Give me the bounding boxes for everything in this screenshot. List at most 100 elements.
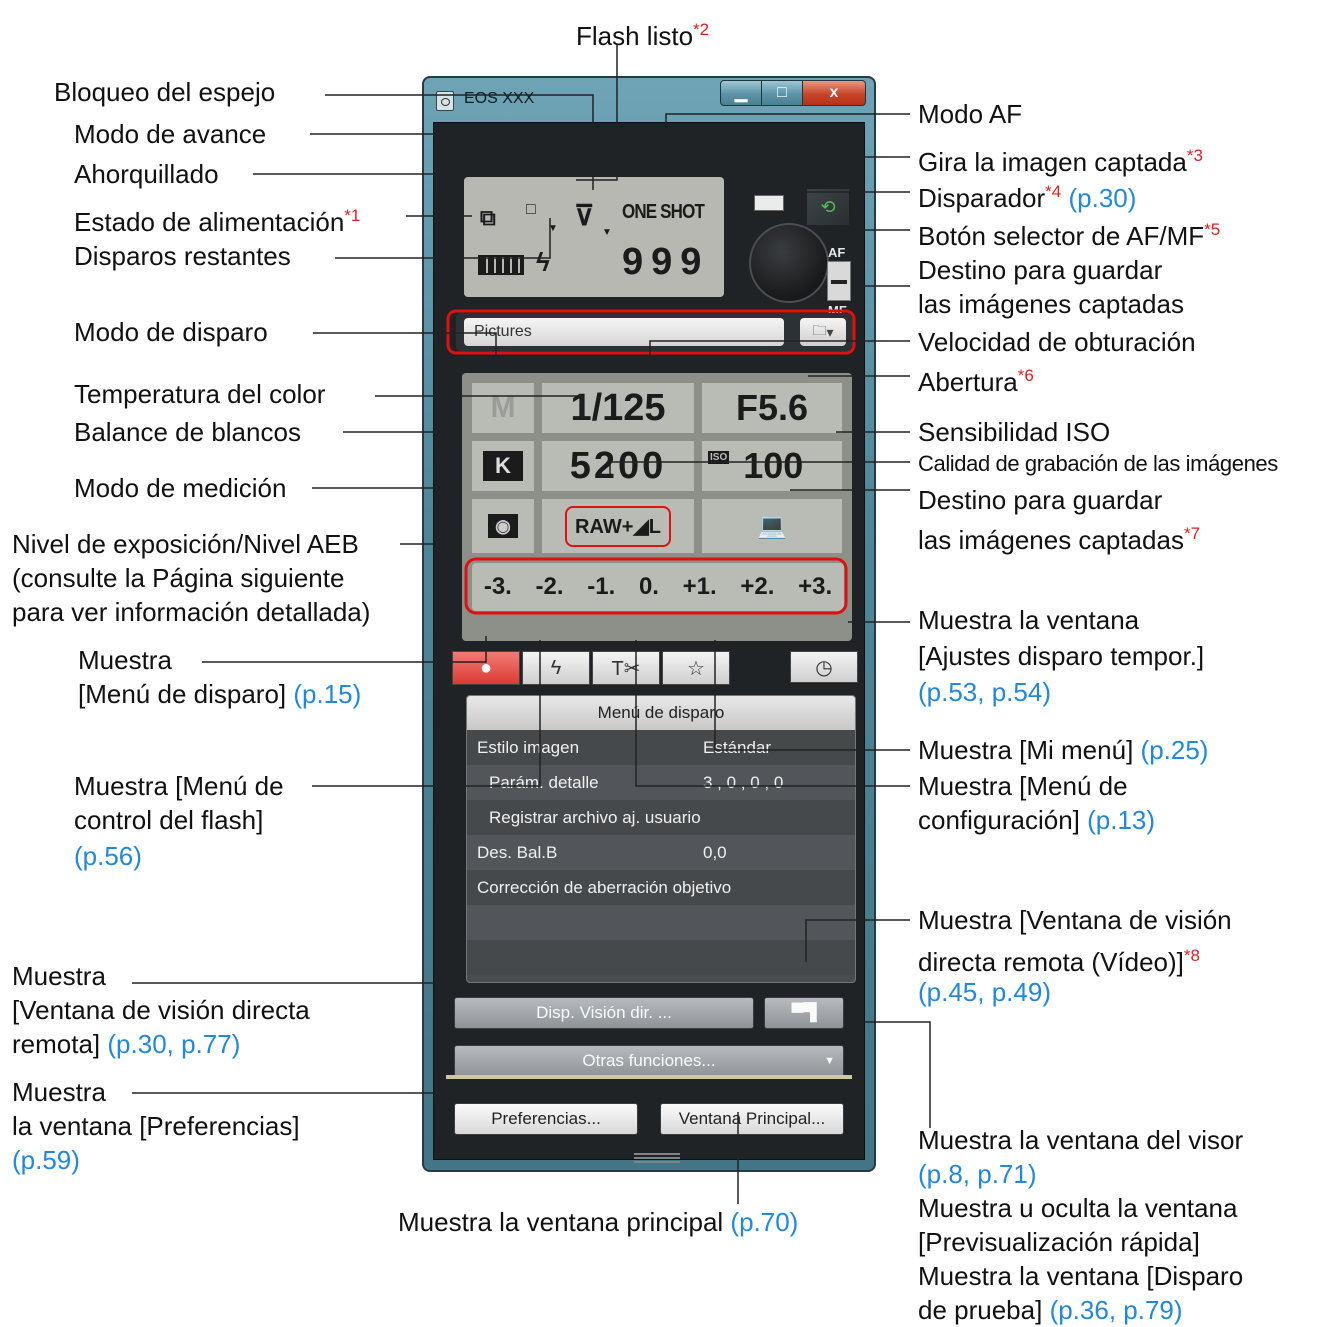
label-iso: Sensibilidad ISO (918, 417, 1111, 447)
movie-camera-icon: ▀▜ (791, 1003, 817, 1022)
shooting-mode-cell[interactable]: M (472, 383, 534, 433)
label-other-line4: Muestra la ventana [Disparo (918, 1261, 1244, 1291)
af-mf-switch[interactable] (827, 261, 851, 301)
menu-row-detail-params[interactable]: Parám. detalle 3 , 0 , 0 , 0 (467, 765, 855, 800)
menu-row-register-user-file[interactable]: Registrar archivo aj. usuario (467, 800, 855, 835)
label-flash-ready: Flash listo*2 (576, 20, 710, 51)
label-shooting-mode: Modo de disparo (74, 317, 268, 347)
label-main-window: Muestra la ventana principal (p.70) (398, 1207, 799, 1237)
label-show-shoot-line1: Muestra (78, 645, 172, 675)
label-live-view-line3: remota] (p.30, p.77) (12, 1029, 241, 1059)
menu-row-label: Registrar archivo aj. usuario (489, 808, 701, 827)
label-shutter-speed: Velocidad de obturación (918, 327, 1196, 357)
menu-row-picture-style[interactable]: Estilo imagen Estándar (467, 730, 855, 765)
dropdown-arrow-icon: ▼ (824, 1055, 835, 1067)
label-flash-menu-line1: Muestra [Menú de (74, 771, 284, 801)
af-mode-readout: ONE SHOT (622, 201, 705, 223)
minimize-button[interactable]: ▁ (720, 80, 762, 106)
shutter-button[interactable] (749, 223, 829, 303)
close-button[interactable]: x (802, 80, 866, 106)
metering-mode-cell[interactable]: ◉ (472, 499, 534, 553)
other-functions-label: Otras funciones... (582, 1051, 716, 1070)
caption-buttons: ▁ □ x (720, 80, 866, 106)
flash-ready-icon: ϟ (536, 247, 550, 277)
label-other-line1: Muestra la ventana del visor (918, 1125, 1244, 1155)
label-color-temperature: Temperatura del color (74, 379, 326, 409)
label-show-shoot-line2: [Menú de disparo] (p.15) (78, 679, 362, 709)
label-my-menu: Muestra [Mi menú] (p.25) (918, 735, 1209, 765)
label-dest1-line2: las imágenes captadas (918, 289, 1184, 319)
rotate-image-button[interactable]: ⟲ (807, 189, 849, 225)
timer-icon: ◷ (815, 656, 833, 679)
capture-settings-panel: M 1/125 F5.6 K 5200 ISO 100 ◉ RAW+◢L 💻 -… (462, 373, 852, 641)
iso-value: 100 (743, 445, 804, 486)
label-power-status: Estado de alimentación*1 (74, 206, 361, 237)
window-client-area: ⧉ □ ▼ ⊽ ▼ ONE SHOT ϟ 999 ⟲ AF MF Picture… (433, 122, 865, 1165)
label-live-view-line1: Muestra (12, 961, 106, 991)
window-title: EOS XXX (464, 90, 535, 107)
maximize-button[interactable]: □ (761, 80, 803, 106)
tab-flash-menu[interactable]: ϟ (522, 651, 590, 685)
color-temperature-cell[interactable]: 5200 (542, 441, 694, 491)
label-live-view-line2: [Ventana de visión directa (12, 995, 310, 1025)
tab-shooting-menu[interactable]: ● (452, 651, 520, 685)
exposure-highlight (464, 557, 848, 615)
tab-my-menu[interactable]: ☆ (662, 651, 730, 685)
label-exposure-line1: Nivel de exposición/Nivel AEB (12, 529, 359, 559)
label-movie-ref: (p.45, p.49) (918, 977, 1051, 1007)
label-white-balance: Balance de blancos (74, 417, 301, 447)
menu-row-wb-shift[interactable]: Des. Bal.B 0,0 (467, 835, 855, 870)
image-quality-cell[interactable]: RAW+◢L (542, 499, 694, 553)
label-af-mode: Modo AF (918, 99, 1023, 129)
drive-mode-icon: □ (526, 201, 536, 218)
label-movie-line2: directa remota (Vídeo)]*8 (918, 946, 1200, 977)
menu-row-empty (467, 940, 855, 975)
wb-kelvin-badge: K (483, 451, 523, 481)
menu-row-label: Corrección de aberración objetivo (477, 878, 732, 897)
label-timer-ref: (p.53, p.54) (918, 677, 1051, 707)
image-quality-value: RAW+◢L (565, 505, 671, 547)
white-balance-cell[interactable]: K (472, 441, 534, 491)
computer-icon: 💻 (757, 512, 787, 540)
metering-icon: ◉ (488, 514, 518, 538)
label-flash-menu-line2: control del flash] (74, 805, 264, 835)
mirror-lockup-arrow-icon: ▼ (602, 227, 612, 238)
label-setup-menu-line1: Muestra [Menú de (918, 771, 1128, 801)
save-destination-cell[interactable]: 💻 (702, 499, 842, 553)
menu-row-empty (467, 905, 855, 940)
label-other-line2: Muestra u oculta la ventana (918, 1193, 1238, 1223)
label-image-quality: Calidad de grabación de las imágenes (918, 451, 1278, 476)
label-movie-line1: Muestra [Ventana de visión (918, 905, 1232, 935)
label-rotate-image: Gira la imagen captada*3 (918, 146, 1203, 177)
resize-grip[interactable] (634, 1153, 680, 1165)
label-aperture: Abertura*6 (918, 366, 1034, 397)
label-other-line5: de prueba] (p.36, p.79) (918, 1295, 1183, 1325)
shutter-speed-cell[interactable]: 1/125 (542, 383, 694, 433)
title-bar[interactable]: EOS XXX ▁ □ x (424, 78, 874, 120)
drive-mode-arrow-icon: ▼ (548, 223, 558, 234)
camera-app-icon (436, 91, 454, 111)
movie-live-view-button[interactable]: ▀▜ (764, 997, 844, 1029)
aperture-cell[interactable]: F5.6 (702, 383, 842, 433)
rotate-icon: ⟲ (820, 196, 836, 217)
destination-highlight (446, 309, 856, 355)
camera-status-lcd: ⧉ □ ▼ ⊽ ▼ ONE SHOT ϟ 999 (464, 177, 724, 297)
menu-row-value: 0,0 (703, 843, 727, 862)
label-dest1-line1: Destino para guardar (918, 255, 1163, 285)
tab-setup-menu[interactable]: T✂ (592, 651, 660, 685)
label-af-mf-switch: Botón selector de AF/MF*5 (918, 220, 1221, 251)
label-other-line3: [Previsualización rápida] (918, 1227, 1200, 1257)
iso-cell[interactable]: ISO 100 (702, 441, 842, 491)
timer-shooting-button[interactable]: ◷ (790, 651, 858, 683)
main-window-button[interactable]: Ventana Principal... (660, 1103, 844, 1135)
menu-row-lens-aberration[interactable]: Corrección de aberración objetivo (467, 870, 855, 905)
bracketing-icon: ⧉ (480, 205, 496, 230)
label-drive-mode: Modo de avance (74, 119, 267, 149)
label-shutter: Disparador*4 (p.30) (918, 182, 1137, 213)
live-view-button[interactable]: Disp. Visión dir. ... (454, 997, 754, 1029)
star-icon: ☆ (687, 657, 705, 680)
label-prefs-line2: la ventana [Preferencias] (12, 1111, 300, 1141)
label-metering: Modo de medición (74, 473, 287, 503)
preferences-button[interactable]: Preferencias... (454, 1103, 638, 1135)
other-functions-button[interactable]: Otras funciones... ▼ (454, 1045, 844, 1077)
